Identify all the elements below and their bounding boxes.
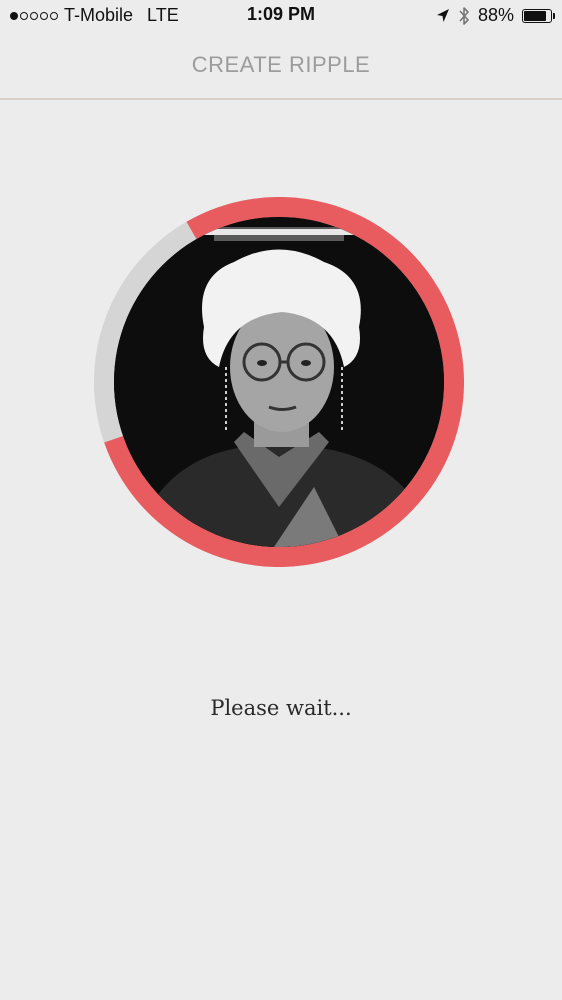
status-message: Please wait... <box>210 696 352 720</box>
person-photo-image <box>114 217 444 547</box>
upload-progress-ring <box>94 197 464 567</box>
battery-level <box>524 10 546 21</box>
nav-header: CREATE RIPPLE <box>0 32 562 100</box>
battery-nub <box>553 12 555 19</box>
battery-percent: 88% <box>477 5 514 25</box>
location-arrow-icon <box>436 8 449 22</box>
battery-icon <box>522 8 555 23</box>
bluetooth-icon <box>459 6 469 25</box>
profile-photo <box>114 217 444 547</box>
status-right: 88% <box>436 5 555 26</box>
status-bar: T-Mobile LTE 1:09 PM 88% <box>0 0 562 32</box>
page-title: CREATE RIPPLE <box>191 52 371 77</box>
